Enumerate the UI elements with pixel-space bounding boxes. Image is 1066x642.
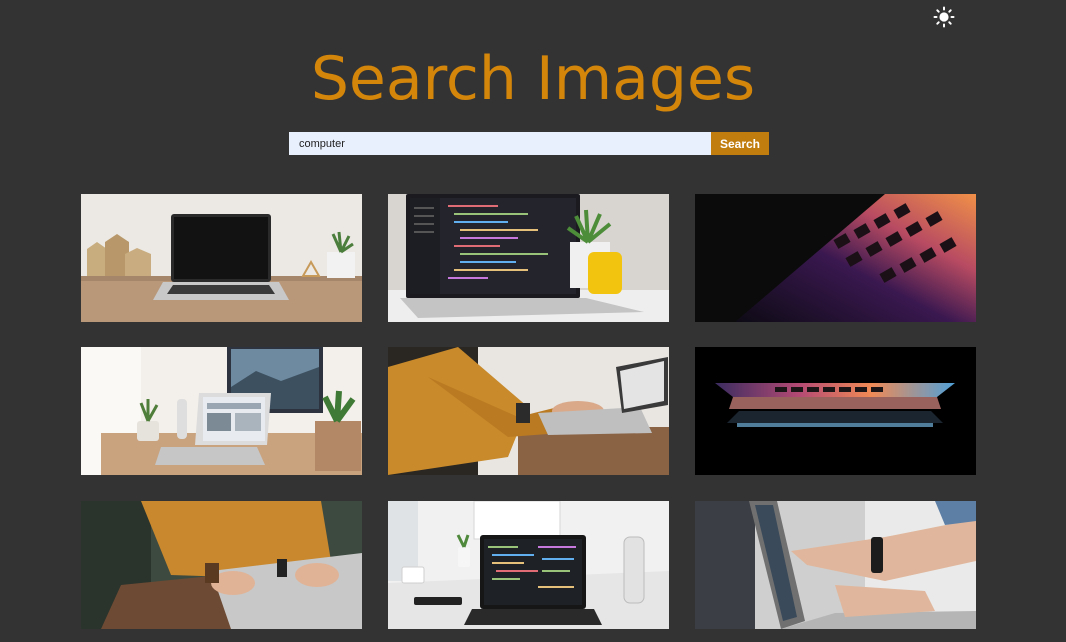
- image-result-5[interactable]: [388, 347, 669, 475]
- workspace-monitor-photo: [81, 347, 362, 475]
- image-result-3[interactable]: [695, 194, 976, 322]
- typing-laptop-photo: [388, 347, 669, 475]
- code-laptop-photo: [388, 194, 669, 322]
- laptop-desk-photo: [81, 194, 362, 322]
- image-result-1[interactable]: [81, 194, 362, 322]
- image-result-6[interactable]: [695, 347, 976, 475]
- image-result-7[interactable]: [81, 501, 362, 629]
- image-result-2[interactable]: [388, 194, 669, 322]
- laptop-dark-glow-photo: [695, 347, 976, 475]
- image-result-4[interactable]: [81, 347, 362, 475]
- code-desk-photo: [388, 501, 669, 629]
- page-title: Search Images: [310, 44, 756, 114]
- search-input[interactable]: [289, 132, 711, 155]
- keyboard-glow-photo: [695, 194, 976, 322]
- search-bar: Search: [289, 132, 769, 155]
- sun-icon: [933, 6, 955, 28]
- image-result-9[interactable]: [695, 501, 976, 629]
- theme-toggle-button[interactable]: [933, 6, 955, 28]
- search-button[interactable]: Search: [711, 132, 769, 155]
- hands-laptop-photo: [81, 501, 362, 629]
- image-result-8[interactable]: [388, 501, 669, 629]
- pointing-screen-photo: [695, 501, 976, 629]
